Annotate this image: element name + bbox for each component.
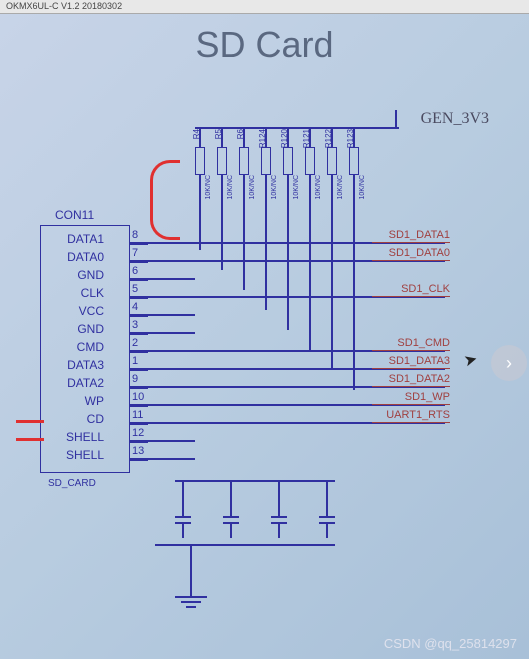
net-label: SD1_DATA0 (370, 247, 450, 259)
pullup-drop-wire (265, 190, 267, 310)
pin-name: GND (44, 268, 104, 282)
pin-number: 12 (132, 427, 144, 439)
resistor-ref: R120 (280, 129, 289, 148)
capacitor (223, 510, 239, 530)
net-wire-stub (155, 458, 195, 460)
annotation-underline-cd (16, 438, 44, 441)
pin-name: DATA1 (44, 232, 104, 246)
pin-name: CMD (44, 340, 104, 354)
resistor-ref: R123 (346, 129, 355, 148)
net-label: SD1_DATA3 (370, 355, 450, 367)
gnd-bus-wire (155, 544, 335, 546)
net-label: SD1_CLK (370, 283, 450, 295)
annotation-underline-wp (16, 420, 44, 423)
pin-number: 4 (132, 301, 138, 313)
doc-title: OKMX6UL-C V1.2 20180302 (6, 1, 122, 11)
connector-pin-row: VCC 4 (40, 304, 440, 322)
pin-number: 1 (132, 355, 138, 367)
pullup-drop-wire (243, 190, 245, 290)
pin-name: DATA0 (44, 250, 104, 264)
net-label: SD1_WP (370, 391, 450, 403)
resistor (195, 147, 205, 175)
pin-name: DATA2 (44, 376, 104, 390)
pullup-drop-wire (199, 190, 201, 250)
pin-number: 11 (132, 409, 143, 421)
pullup-drop-wire (331, 190, 333, 370)
capacitor (271, 510, 287, 530)
window-titlebar: OKMX6UL-C V1.2 20180302 (0, 0, 529, 14)
resistor (217, 147, 227, 175)
connector-type: SD_CARD (48, 478, 96, 489)
connector-pin-row: SHELL 12 (40, 430, 440, 448)
pullup-drop-wire (309, 190, 311, 350)
resistor (305, 147, 315, 175)
ground-symbol-icon (175, 572, 207, 608)
resistor-value: 10K/NC (249, 175, 256, 200)
capacitor (175, 510, 191, 530)
resistor-value: 10K/NC (205, 175, 212, 200)
resistor-ref: R124 (258, 129, 267, 148)
pin-name: SHELL (44, 430, 104, 444)
pin-number: 2 (132, 337, 138, 349)
resistor (239, 147, 249, 175)
pullup-drop-wire (353, 190, 355, 390)
resistor-value: 10K/NC (359, 175, 366, 200)
resistor-ref: R122 (324, 129, 333, 148)
pin-name: CLK (44, 286, 104, 300)
pin-name: DATA3 (44, 358, 104, 372)
power-net-label: GEN_3V3 (421, 110, 489, 128)
connector-pin-row: SHELL 13 (40, 448, 440, 466)
net-label: SD1_CMD (370, 337, 450, 349)
net-label: SD1_DATA2 (370, 373, 450, 385)
pin-name: CD (44, 412, 104, 426)
pin-number: 3 (132, 319, 138, 331)
pin-number: 9 (132, 373, 138, 385)
resistor (327, 147, 337, 175)
pin-number: 6 (132, 265, 138, 277)
connector-ref: CON11 (55, 208, 94, 222)
resistor (349, 147, 359, 175)
resistor (261, 147, 271, 175)
mouse-cursor-icon: ➤ (461, 349, 479, 372)
pin-name: GND (44, 322, 104, 336)
net-label: UART1_RTS (370, 409, 450, 421)
schematic-title: SD Card (0, 24, 529, 66)
resistor-value: 10K/NC (337, 175, 344, 200)
net-wire-stub (155, 332, 195, 334)
net-wire-stub (155, 278, 195, 280)
power-flag-icon (395, 110, 397, 128)
next-image-button[interactable]: › (491, 345, 527, 381)
pin-name: VCC (44, 304, 104, 318)
resistor-ref: R5 (214, 129, 223, 139)
pin-number: 8 (132, 229, 138, 241)
pin-number: 10 (132, 391, 144, 403)
pullup-drop-wire (221, 190, 223, 270)
resistor-ref: R121 (302, 129, 311, 148)
pullup-drop-wire (287, 190, 289, 330)
resistor (283, 147, 293, 175)
pin-number: 13 (132, 445, 144, 457)
resistor-value: 10K/NC (293, 175, 300, 200)
resistor-value: 10K/NC (271, 175, 278, 200)
resistor-ref: R4 (192, 129, 201, 139)
annotation-mark-resistors (150, 160, 180, 240)
pin-number: 5 (132, 283, 138, 295)
cap-rail-wire (175, 480, 335, 482)
resistor-value: 10K/NC (227, 175, 234, 200)
pin-name: SHELL (44, 448, 104, 462)
capacitor (319, 510, 335, 530)
net-wire-stub (155, 314, 195, 316)
pin-name: WP (44, 394, 104, 408)
watermark-text: CSDN @qq_25814297 (384, 636, 517, 651)
pin-number: 7 (132, 247, 138, 259)
net-label: SD1_DATA1 (370, 229, 450, 241)
resistor-value: 10K/NC (315, 175, 322, 200)
net-wire-stub (155, 440, 195, 442)
power-rail-wire (195, 127, 399, 129)
gnd-drop-wire (190, 544, 192, 572)
resistor-ref: R6 (236, 129, 245, 139)
